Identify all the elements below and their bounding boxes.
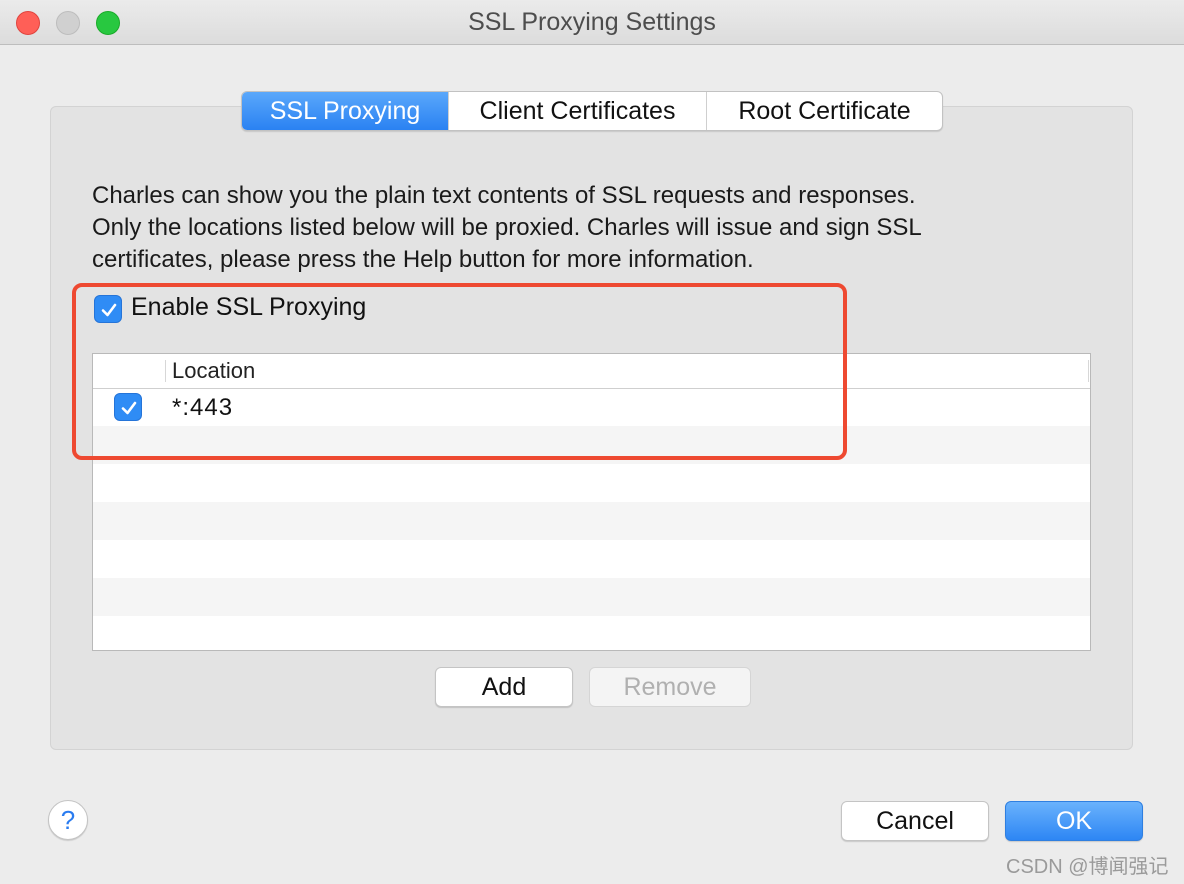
table-header: Location xyxy=(93,354,1090,389)
watermark-text: CSDN @博闻强记 xyxy=(1006,856,1169,878)
empty-table-row xyxy=(93,540,1090,578)
enable-ssl-proxying-checkbox[interactable] xyxy=(94,295,122,323)
table-row[interactable]: *:443 xyxy=(93,388,1090,426)
cancel-button[interactable]: Cancel xyxy=(841,801,989,841)
ssl-proxying-settings-window: SSL Proxying Settings SSL Proxying Clien… xyxy=(0,0,1184,884)
description-line: Charles can show you the plain text cont… xyxy=(92,182,916,209)
locations-table: Location *:443 xyxy=(92,353,1091,651)
tab-bar: SSL Proxying Client Certificates Root Ce… xyxy=(241,91,943,131)
add-button[interactable]: Add xyxy=(435,667,573,707)
table-rows: *:443 xyxy=(93,388,1090,650)
description-text: Charles can show you the plain text cont… xyxy=(92,180,1092,276)
checkmark-icon xyxy=(101,303,117,317)
help-button[interactable]: ? xyxy=(48,800,88,840)
checkmark-icon xyxy=(121,401,137,415)
description-line: Only the locations listed below will be … xyxy=(92,214,922,241)
empty-table-row xyxy=(93,502,1090,540)
empty-table-row xyxy=(93,426,1090,464)
location-column-header[interactable]: Location xyxy=(172,358,255,384)
remove-button[interactable]: Remove xyxy=(589,667,751,707)
column-divider xyxy=(165,360,166,382)
enable-ssl-proxying-label[interactable]: Enable SSL Proxying xyxy=(131,293,366,322)
tab-client-certificates[interactable]: Client Certificates xyxy=(448,92,706,130)
description-line: certificates, please press the Help butt… xyxy=(92,246,754,273)
empty-table-row xyxy=(93,464,1090,502)
column-divider xyxy=(1088,360,1089,382)
window-title: SSL Proxying Settings xyxy=(468,8,716,36)
empty-table-row xyxy=(93,616,1090,650)
title-bar: SSL Proxying Settings xyxy=(0,0,1184,45)
tab-root-certificate[interactable]: Root Certificate xyxy=(706,92,942,130)
empty-table-row xyxy=(93,578,1090,616)
location-enabled-checkbox[interactable] xyxy=(114,393,142,421)
ok-button[interactable]: OK xyxy=(1005,801,1143,841)
tab-ssl-proxying[interactable]: SSL Proxying xyxy=(242,92,448,130)
location-value: *:443 xyxy=(172,394,234,421)
